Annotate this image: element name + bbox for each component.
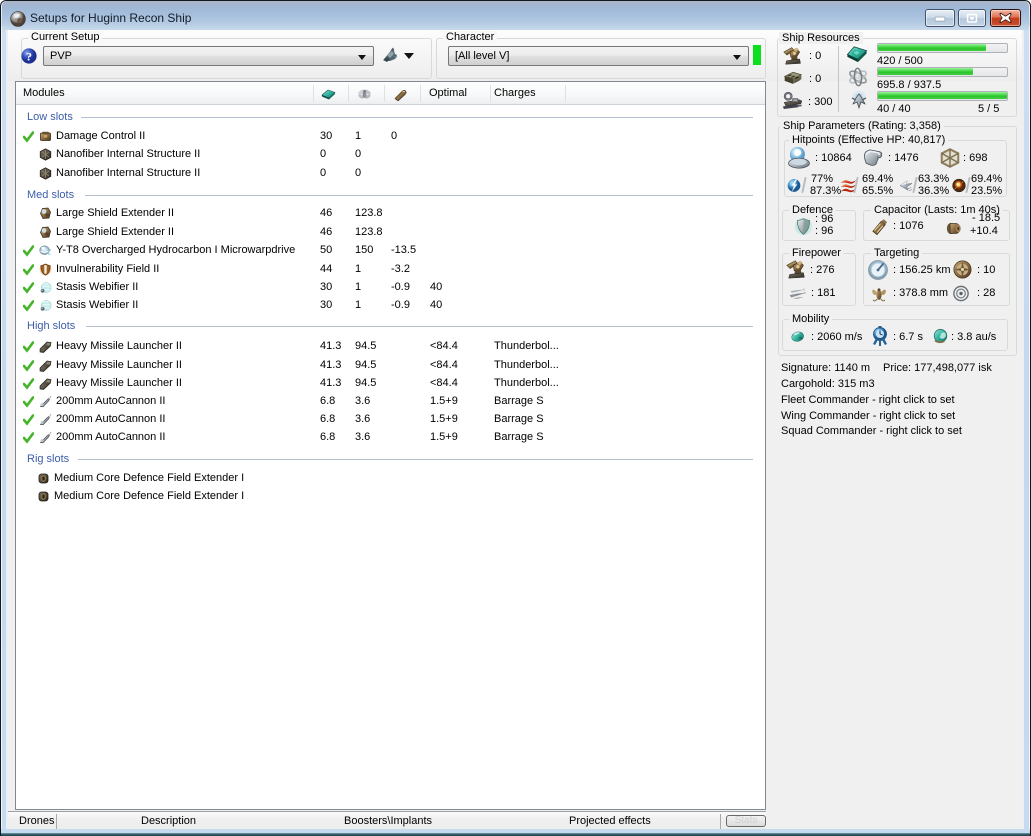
svg-text:?: ? — [26, 50, 32, 64]
